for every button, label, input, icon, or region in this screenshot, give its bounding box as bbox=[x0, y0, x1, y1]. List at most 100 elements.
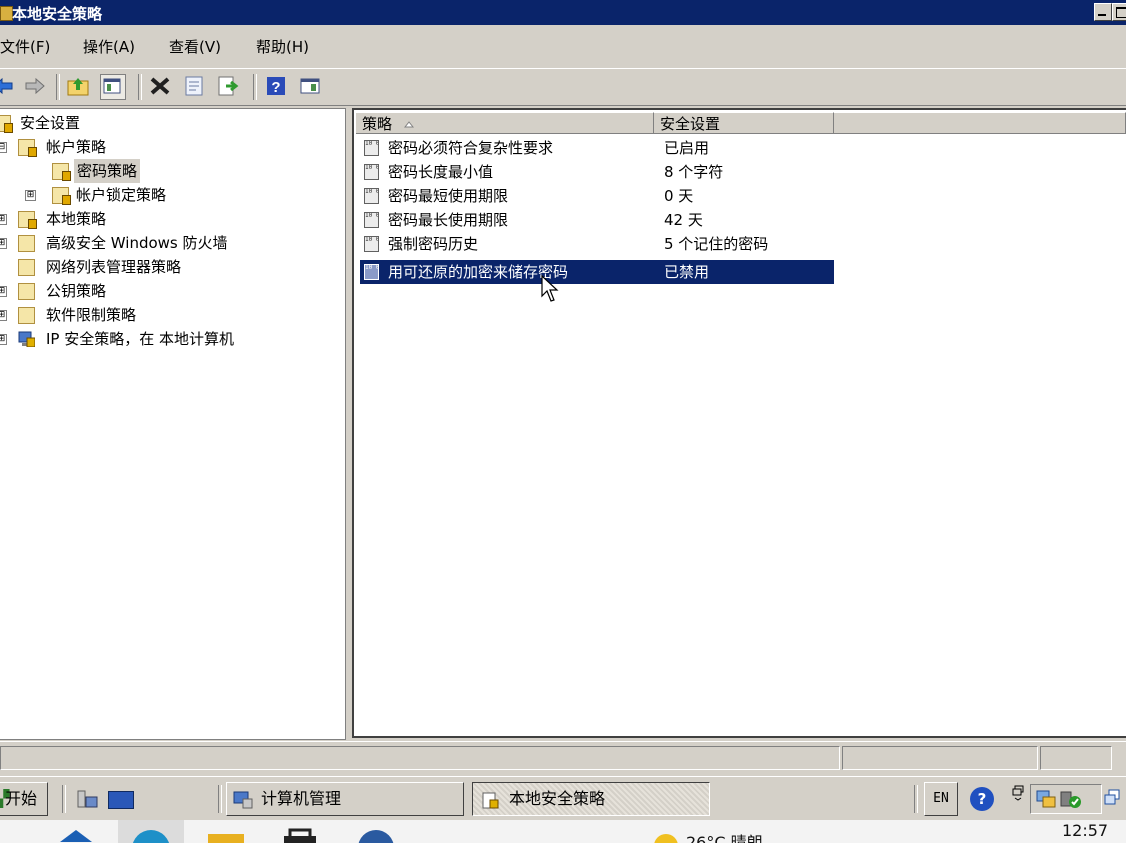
security-settings-icon bbox=[0, 115, 13, 133]
expand-expander[interactable]: ⊞ bbox=[0, 334, 7, 345]
folder-lock-icon bbox=[52, 187, 71, 205]
column-header-policy[interactable]: 策略 bbox=[356, 112, 654, 134]
export-list-icon bbox=[218, 76, 239, 96]
expand-expander[interactable]: ⊞ bbox=[25, 190, 36, 201]
task-local-security-policy[interactable]: 本地安全策略 bbox=[472, 782, 710, 816]
maximize-icon bbox=[1116, 7, 1126, 18]
policy-name: 强制密码历史 bbox=[388, 235, 479, 253]
status-panel bbox=[0, 746, 840, 770]
table-row[interactable]: 10 01 10 强制密码历史 5 个记住的密码 bbox=[360, 232, 834, 256]
policy-name: 密码长度最小值 bbox=[388, 163, 494, 181]
menu-file[interactable]: 文件(F) bbox=[0, 36, 50, 57]
policy-value: 5 个记住的密码 bbox=[664, 235, 769, 253]
language-indicator[interactable]: EN bbox=[924, 782, 958, 816]
toolbar-separator bbox=[56, 74, 60, 100]
ip-security-computer-icon bbox=[18, 331, 35, 347]
up-level-button[interactable] bbox=[66, 74, 90, 98]
policy-value: 已禁用 bbox=[664, 263, 710, 281]
host-active-app[interactable] bbox=[118, 820, 184, 843]
window-switch-icon[interactable] bbox=[1104, 789, 1120, 805]
delete-x-icon bbox=[150, 77, 170, 95]
host-home-icon[interactable] bbox=[56, 826, 96, 843]
table-row[interactable]: 10 01 10 密码最长使用期限 42 天 bbox=[360, 208, 834, 232]
table-row[interactable]: 10 01 10 密码长度最小值 8 个字符 bbox=[360, 160, 834, 184]
export-list-button[interactable] bbox=[216, 74, 240, 98]
network-icon[interactable] bbox=[1035, 788, 1057, 810]
table-row[interactable]: 10 01 10 密码必须符合复杂性要求 已启用 bbox=[360, 136, 834, 160]
column-header-setting[interactable]: 安全设置 bbox=[654, 112, 834, 134]
folder-icon bbox=[18, 259, 35, 276]
server-manager-icon[interactable] bbox=[76, 789, 98, 809]
action-pane-icon bbox=[300, 78, 320, 94]
policy-setting-icon: 10 01 10 bbox=[364, 264, 379, 280]
sort-ascending-icon bbox=[404, 121, 414, 128]
policy-setting-icon: 10 01 10 bbox=[364, 188, 379, 204]
host-folder-icon[interactable] bbox=[208, 834, 244, 843]
show-desktop-icon[interactable] bbox=[108, 791, 134, 809]
menu-help[interactable]: 帮助(H) bbox=[256, 36, 309, 57]
table-row[interactable]: 10 01 10 密码最短使用期限 0 天 bbox=[360, 184, 834, 208]
folder-up-icon bbox=[67, 78, 89, 96]
properties-button[interactable] bbox=[182, 74, 206, 98]
policy-name: 密码最短使用期限 bbox=[388, 187, 509, 205]
svg-text:?: ? bbox=[271, 79, 280, 96]
status-panel bbox=[842, 746, 1038, 770]
show-hide-tree-button[interactable] bbox=[100, 74, 126, 100]
policy-value: 已启用 bbox=[664, 139, 710, 157]
host-taskbar-fragment: ¦ bbox=[0, 826, 1, 843]
taskbar-separator bbox=[914, 785, 918, 813]
minimize-icon bbox=[1098, 14, 1106, 16]
window-titlebar[interactable]: 本地安全策略 bbox=[0, 0, 1126, 25]
task-computer-management[interactable]: 计算机管理 bbox=[226, 782, 464, 816]
policy-setting-icon: 10 01 10 bbox=[364, 236, 379, 252]
minimize-button[interactable] bbox=[1094, 3, 1112, 21]
folder-lock-icon bbox=[18, 211, 37, 229]
folder-lock-icon bbox=[18, 139, 37, 157]
security-shield-icon[interactable] bbox=[1059, 788, 1083, 810]
collapse-expander[interactable]: ⊟ bbox=[0, 142, 7, 153]
folder-icon bbox=[18, 283, 35, 300]
back-arrow-icon bbox=[0, 77, 13, 95]
toolbar: ? bbox=[0, 68, 1126, 106]
computer-management-icon bbox=[233, 791, 253, 809]
column-header-blank bbox=[834, 112, 1126, 134]
menu-action[interactable]: 操作(A) bbox=[83, 36, 135, 57]
policy-setting-icon: 10 01 10 bbox=[364, 212, 379, 228]
table-row-selected[interactable]: 10 01 10 用可还原的加密来储存密码 已禁用 bbox=[359, 259, 835, 285]
show-hide-action-pane-button[interactable] bbox=[298, 74, 322, 98]
host-clock[interactable]: 12:57 bbox=[1062, 821, 1108, 840]
host-edge-icon bbox=[132, 830, 170, 843]
back-button[interactable] bbox=[0, 74, 16, 98]
policy-name: 密码最长使用期限 bbox=[388, 211, 509, 229]
forward-button[interactable] bbox=[22, 74, 46, 98]
expand-expander[interactable]: ⊞ bbox=[0, 286, 7, 297]
policy-value: 8 个字符 bbox=[664, 163, 724, 181]
toolbar-separator bbox=[253, 74, 257, 100]
system-tray bbox=[1030, 784, 1102, 814]
help-circle-icon[interactable]: ? bbox=[970, 787, 994, 811]
host-taskbar: ¦ 26°C 晴朗 12:57 bbox=[0, 820, 1126, 843]
policy-setting-icon: 10 01 10 bbox=[364, 140, 379, 156]
start-button[interactable]: ▞ 开始 bbox=[0, 782, 48, 816]
expand-expander[interactable]: ⊞ bbox=[0, 214, 7, 225]
delete-button[interactable] bbox=[148, 74, 172, 98]
policy-list: 策略 安全设置 10 01 10 密码必须符合复杂性要求 已启用 10 01 1… bbox=[352, 108, 1126, 738]
host-briefcase-icon[interactable] bbox=[282, 828, 318, 843]
help-button[interactable]: ? bbox=[264, 74, 288, 98]
folder-icon bbox=[18, 307, 35, 324]
toolbar-separator bbox=[138, 74, 142, 100]
expand-expander[interactable]: ⊞ bbox=[0, 238, 7, 249]
maximize-button[interactable] bbox=[1112, 3, 1126, 21]
expand-expander[interactable]: ⊞ bbox=[0, 310, 7, 321]
help-question-icon: ? bbox=[267, 77, 285, 96]
folder-lock-icon bbox=[52, 163, 71, 181]
policy-name: 密码必须符合复杂性要求 bbox=[388, 139, 554, 157]
console-tree-icon bbox=[103, 78, 121, 94]
taskbar-separator bbox=[218, 785, 222, 813]
policy-setting-icon: 10 01 10 bbox=[364, 164, 379, 180]
host-weather-text[interactable]: 26°C 晴朗 bbox=[686, 829, 763, 843]
restore-windows-icon[interactable] bbox=[1012, 785, 1024, 801]
menu-view[interactable]: 查看(V) bbox=[169, 36, 221, 57]
host-globe-icon[interactable] bbox=[358, 830, 394, 843]
status-panel bbox=[1040, 746, 1112, 770]
